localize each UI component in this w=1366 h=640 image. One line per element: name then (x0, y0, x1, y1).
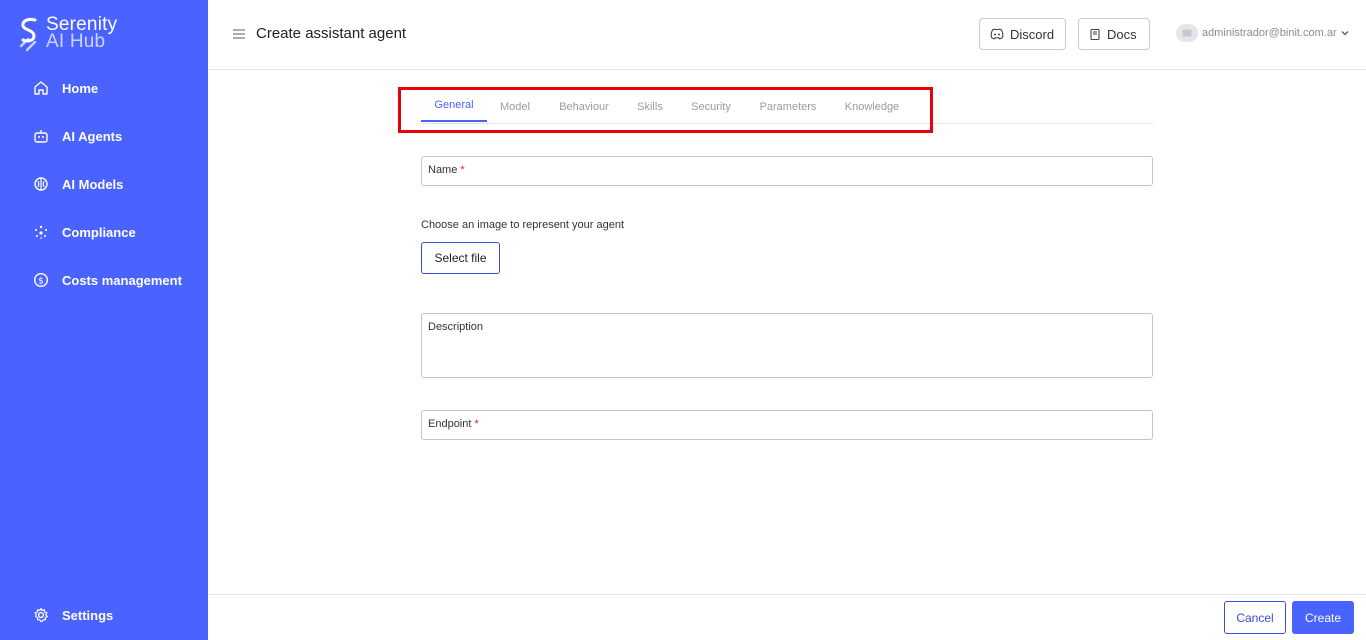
sidebar: Serenity AI Hub Home AI Agents AI Models… (0, 0, 208, 640)
robot-icon (32, 127, 50, 145)
brand-line2: AI Hub (46, 31, 106, 52)
endpoint-field[interactable]: Endpoint * (421, 410, 1153, 440)
sidebar-item-label: AI Models (62, 176, 124, 192)
tab-behaviour[interactable]: Behaviour (552, 90, 616, 123)
avatar (1176, 24, 1198, 42)
create-button[interactable]: Create (1292, 601, 1354, 634)
endpoint-label: Endpoint * (428, 418, 479, 430)
sidebar-item-compliance[interactable]: Compliance (0, 208, 208, 256)
brand-text: Serenity AI Hub (46, 15, 117, 52)
sidebar-item-label: Home (62, 80, 99, 96)
sidebar-item-ai-agents[interactable]: AI Agents (0, 112, 208, 160)
discord-icon (990, 28, 1004, 40)
discord-button[interactable]: Discord (979, 18, 1066, 50)
tab-bar: General Model Behaviour Skills Security … (421, 90, 1153, 124)
brand[interactable]: Serenity AI Hub (18, 15, 117, 54)
tab-security[interactable]: Security (684, 90, 738, 123)
required-mark: * (460, 164, 465, 176)
book-icon (1089, 28, 1101, 41)
sidebar-item-settings[interactable]: Settings (0, 591, 208, 639)
hamburger-menu-icon[interactable] (232, 27, 246, 41)
sidebar-item-label: AI Agents (62, 128, 123, 144)
sidebar-item-costs-management[interactable]: $ Costs management (0, 256, 208, 304)
docs-button[interactable]: Docs (1078, 18, 1150, 50)
page-title: Create assistant agent (256, 25, 407, 42)
sidebar-settings-section: Settings (0, 591, 208, 639)
required-mark: * (474, 418, 479, 430)
dollar-circle-icon: $ (32, 271, 50, 289)
cancel-button[interactable]: Cancel (1224, 601, 1286, 634)
gear-icon (32, 606, 50, 624)
sidebar-item-label: Costs management (62, 272, 182, 288)
name-label: Name * (428, 164, 465, 176)
tab-parameters[interactable]: Parameters (753, 90, 823, 123)
sparkle-dots-icon (32, 223, 50, 241)
name-label-text: Name (428, 164, 458, 176)
user-email: administrador@binit.com.ar (1202, 27, 1337, 39)
description-label: Description (428, 321, 484, 333)
tab-skills[interactable]: Skills (631, 90, 669, 123)
tab-knowledge[interactable]: Knowledge (839, 90, 905, 123)
svg-text:$: $ (38, 277, 44, 287)
user-menu[interactable]: administrador@binit.com.ar (1176, 24, 1350, 42)
name-field[interactable]: Name * (421, 156, 1153, 186)
chevron-down-icon (1341, 31, 1349, 36)
sidebar-item-home[interactable]: Home (0, 64, 208, 112)
tab-model[interactable]: Model (493, 90, 537, 123)
app-root: Serenity AI Hub Home AI Agents AI Models… (0, 0, 1366, 640)
top-header: Create assistant agent Discord Docs admi… (208, 0, 1366, 70)
brain-icon (32, 175, 50, 193)
sidebar-item-ai-models[interactable]: AI Models (0, 160, 208, 208)
image-prompt-text: Choose an image to represent your agent (421, 219, 625, 231)
serenity-logo-icon (19, 17, 37, 52)
description-field[interactable]: Description (421, 313, 1153, 378)
discord-label: Discord (1010, 26, 1055, 42)
sidebar-nav: Home AI Agents AI Models Compliance $ Co… (0, 64, 208, 304)
docs-label: Docs (1107, 26, 1137, 42)
tab-general[interactable]: General (421, 90, 487, 122)
sidebar-item-label: Compliance (62, 224, 136, 240)
form-footer: Cancel Create (208, 594, 1366, 640)
sidebar-item-label: Settings (62, 607, 114, 623)
select-file-button[interactable]: Select file (421, 242, 500, 274)
endpoint-label-text: Endpoint (428, 418, 472, 430)
home-icon (32, 79, 50, 97)
